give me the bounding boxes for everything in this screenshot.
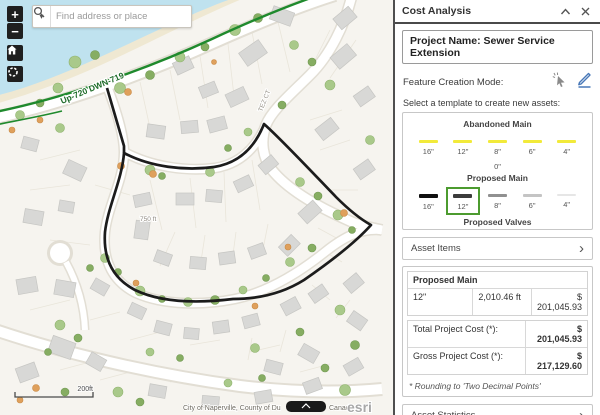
asset-cost: $ 201,045.93	[531, 289, 587, 315]
template-size-label: 6"	[529, 147, 536, 156]
template-size-label: 16"	[423, 202, 434, 211]
distance-label: 750 ft	[140, 216, 156, 223]
template-item[interactable]: 16"	[411, 187, 445, 215]
feature-creation-mode-label: Feature Creation Mode:	[403, 77, 552, 88]
line-swatch	[419, 194, 438, 198]
scale-label: 200ft	[77, 386, 93, 393]
line-swatch	[453, 194, 472, 198]
locate-button[interactable]	[7, 66, 23, 82]
close-icon	[581, 7, 590, 16]
cost-summary-card: Proposed Main 12" 2,010.46 ft $ 201,045.…	[402, 266, 593, 397]
line-swatch	[557, 194, 576, 196]
search-input[interactable]	[51, 6, 171, 27]
table-row: Total Project Cost (*): $ 201,045.93	[408, 321, 587, 347]
template-item-zero[interactable]: 0"	[405, 162, 590, 171]
template-group-title: Abandoned Main	[405, 119, 590, 129]
panel-title: Cost Analysis	[402, 5, 553, 17]
search-icon	[33, 6, 45, 18]
template-group-title: Proposed Valves	[405, 217, 590, 227]
template-size-label: 8"	[494, 147, 501, 156]
table-row: Gross Project Cost (*): $ 217,129.60	[408, 347, 587, 374]
locate-icon	[7, 66, 19, 78]
template-item[interactable]: 16"	[411, 133, 445, 160]
table-group-header: Proposed Main	[408, 272, 587, 288]
draw-mode-button[interactable]	[575, 72, 592, 93]
abandoned-main-row: 16" 12" 8" 6"	[405, 133, 590, 160]
esri-logo: esri	[347, 399, 372, 415]
template-prompt: Select a template to create new assets:	[403, 98, 592, 108]
asset-items-section[interactable]: Asset Items ›	[402, 237, 593, 260]
template-size-label: 8"	[494, 201, 501, 210]
template-item-selected[interactable]: 12"	[446, 187, 480, 215]
line-swatch	[523, 194, 542, 197]
totals-table: Total Project Cost (*): $ 201,045.93 Gro…	[407, 320, 588, 375]
template-picker: Abandoned Main 16" 12" 8"	[402, 112, 593, 230]
proposed-main-row: 16" 12" 8" 6"	[405, 187, 590, 215]
cost-analysis-panel: Cost Analysis Project Name: Sewer Servic…	[393, 0, 600, 415]
smart-select-icon	[552, 72, 568, 88]
zoom-out-button[interactable]: −	[7, 23, 23, 39]
template-item[interactable]: 6"	[515, 133, 549, 160]
total-cost-label: Total Project Cost (*):	[408, 321, 525, 347]
template-size-label: 4"	[563, 147, 570, 156]
section-label: Asset Items	[411, 243, 579, 254]
template-size-label: 12"	[457, 147, 468, 156]
template-item[interactable]: 4"	[550, 187, 584, 215]
gross-cost-value: $ 217,129.60	[525, 348, 587, 374]
attribution-text: City of Naperville, County of Du	[183, 405, 281, 412]
collapse-panel-button[interactable]	[557, 4, 573, 18]
asset-statistics-section[interactable]: Asset Statistics ›	[402, 404, 593, 415]
line-swatch	[419, 140, 438, 143]
template-item[interactable]: 8"	[480, 133, 514, 160]
gross-cost-label: Gross Project Cost (*):	[408, 348, 525, 374]
search-button[interactable]	[171, 6, 191, 27]
home-icon	[7, 45, 17, 55]
chevron-right-icon: ›	[579, 244, 584, 254]
project-name-field: Project Name: Sewer Service Extension	[402, 30, 593, 64]
attribution-toggle[interactable]	[286, 401, 326, 412]
template-item[interactable]: 4"	[550, 133, 584, 160]
line-swatch	[523, 140, 542, 143]
search-bar: ▾	[32, 5, 192, 28]
template-size-label: 12"	[457, 202, 468, 211]
zoom-in-button[interactable]: +	[7, 6, 23, 22]
app-window: Up-720 DWN-719 TEZ CT 750 ft 200ft City …	[0, 0, 600, 415]
rounding-footnote: * Rounding to 'Two Decimal Points'	[407, 379, 588, 392]
map-canvas[interactable]: Up-720 DWN-719 TEZ CT 750 ft 200ft City …	[0, 0, 393, 415]
template-size-label: 6"	[529, 201, 536, 210]
template-size-label: 16"	[423, 147, 434, 156]
template-size-label: 4"	[563, 200, 570, 209]
panel-body: Project Name: Sewer Service Extension Fe…	[395, 24, 600, 415]
asset-size: 12"	[408, 289, 472, 315]
feature-creation-mode-row: Feature Creation Mode:	[403, 72, 592, 93]
template-item[interactable]: 12"	[446, 133, 480, 160]
template-item[interactable]: 6"	[515, 187, 549, 215]
chevron-right-icon: ›	[579, 411, 584, 415]
total-cost-value: $ 201,045.93	[525, 321, 587, 347]
line-swatch	[488, 140, 507, 143]
collapse-icon	[560, 7, 571, 16]
line-swatch	[488, 194, 507, 197]
template-item[interactable]: 8"	[480, 187, 514, 215]
pencil-icon	[575, 72, 592, 88]
home-button[interactable]	[7, 45, 23, 61]
section-label: Asset Statistics	[411, 410, 579, 415]
cul-de-sac-fill	[50, 243, 70, 263]
line-swatch	[557, 140, 576, 143]
smart-select-mode-button[interactable]	[552, 72, 568, 93]
panel-header: Cost Analysis	[395, 0, 600, 24]
asset-length: 2,010.46 ft	[472, 289, 531, 315]
basemap: Up-720 DWN-719 TEZ CT 750 ft 200ft City …	[0, 0, 393, 415]
asset-cost-table: Proposed Main 12" 2,010.46 ft $ 201,045.…	[407, 271, 588, 316]
close-panel-button[interactable]	[577, 4, 593, 18]
template-group-title: Proposed Main	[405, 173, 590, 183]
line-swatch	[453, 140, 472, 143]
table-row: 12" 2,010.46 ft $ 201,045.93	[408, 288, 587, 315]
